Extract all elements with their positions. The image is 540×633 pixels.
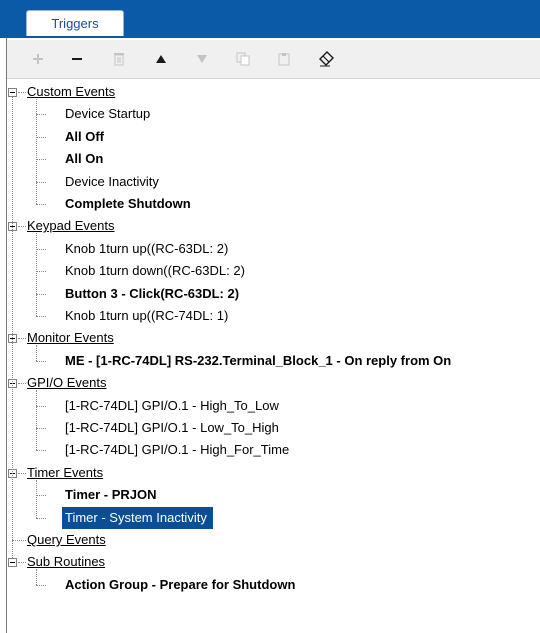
tree-item[interactable]: Button 3 - Click(RC-63DL: 2) [65, 283, 239, 305]
tree-item[interactable]: [1-RC-74DL] GPI/O.1 - High_To_Low [65, 395, 279, 417]
tree-item[interactable]: Timer - PRJON [65, 484, 157, 506]
tab-triggers[interactable]: Triggers [26, 10, 124, 36]
tree-item[interactable]: [1-RC-74DL] GPI/O.1 - High_For_Time [65, 439, 289, 461]
tree-group-label[interactable]: Timer Events [27, 462, 103, 484]
tree-connector [36, 360, 46, 362]
tree-item[interactable]: Knob 1turn up((RC-63DL: 2) [65, 238, 228, 260]
tree-item[interactable]: All Off [65, 126, 104, 148]
tree-connector [36, 204, 46, 205]
tree-item[interactable]: [1-RC-74DL] GPI/O.1 - Low_To_High [65, 417, 279, 439]
rename-button[interactable] [315, 48, 337, 70]
tree-item[interactable]: Device Startup [65, 103, 150, 125]
tree-item[interactable]: All On [65, 148, 103, 170]
tree-connector [36, 479, 37, 518]
tree-connector [36, 99, 37, 204]
minus-icon [72, 58, 82, 60]
tree-connector [18, 562, 26, 564]
tree-group-label[interactable]: Query Events [27, 529, 106, 551]
tree-connector [36, 345, 37, 361]
tree-connector [36, 428, 46, 429]
tree-connector [36, 271, 46, 273]
tree-group-label[interactable]: Keypad Events [27, 215, 114, 237]
tree-item[interactable]: Action Group - Prepare for Shutdown [65, 574, 295, 596]
trash-icon [114, 53, 124, 66]
tree-item[interactable]: ME - [1-RC-74DL] RS-232.Terminal_Block_1… [65, 350, 451, 372]
tree-item[interactable]: Device Inactivity [65, 171, 159, 193]
toolbar [7, 40, 540, 79]
tree-connector [36, 114, 46, 116]
paste-button[interactable] [273, 48, 295, 70]
tree-connector [12, 540, 26, 541]
tree-connector [36, 293, 46, 295]
tree-connector [36, 517, 46, 519]
tree-connector [18, 226, 26, 228]
triangle-down-icon [197, 55, 207, 63]
tree-connector [36, 569, 37, 585]
tree-connector [36, 233, 37, 316]
copy-icon [236, 52, 250, 66]
tree-connector [36, 495, 46, 497]
tree-connector [18, 383, 26, 385]
tree-item-selected[interactable]: Timer - System Inactivity [62, 506, 213, 529]
triangle-up-icon [156, 55, 166, 63]
plus-icon [33, 54, 43, 64]
move-up-button[interactable] [150, 48, 172, 70]
tree-connector [36, 181, 46, 183]
tree-group-label[interactable]: Monitor Events [27, 327, 114, 349]
triggers-tree: Custom Events Device Startup All Off All On… [7, 79, 540, 633]
delete-button[interactable] [108, 48, 130, 70]
tree-connector [18, 472, 26, 474]
tree-group-label[interactable]: Custom Events [27, 81, 115, 103]
tree-item[interactable]: Complete Shutdown [65, 193, 191, 215]
tree-group-label[interactable]: Sub Routines [27, 551, 105, 573]
tree-group-label[interactable]: GPI/O Events [27, 372, 106, 394]
eraser-icon [319, 51, 334, 67]
move-down-button[interactable] [191, 48, 213, 70]
copy-button[interactable] [232, 48, 254, 70]
tree-connector [36, 316, 46, 317]
tree-connector [36, 390, 37, 451]
add-button[interactable] [27, 48, 49, 70]
tree-connector [18, 92, 26, 93]
tab-strip: Triggers [0, 0, 540, 36]
remove-button[interactable] [66, 48, 88, 70]
tree-connector [36, 450, 46, 452]
tree-connector [36, 159, 46, 161]
tree-item[interactable]: Knob 1turn up((RC-74DL: 1) [65, 305, 228, 327]
clipboard-icon [278, 53, 290, 66]
collapse-toggle-icon[interactable] [8, 88, 17, 97]
tree-connector [18, 338, 26, 340]
tree-item[interactable]: Knob 1turn down((RC-63DL: 2) [65, 260, 245, 282]
tree-connector [36, 405, 46, 407]
collapse-toggle-icon[interactable] [8, 558, 17, 568]
tree-connector [12, 97, 13, 559]
tree-connector [36, 136, 46, 138]
tree-connector [36, 584, 46, 586]
tree-connector [36, 248, 46, 250]
